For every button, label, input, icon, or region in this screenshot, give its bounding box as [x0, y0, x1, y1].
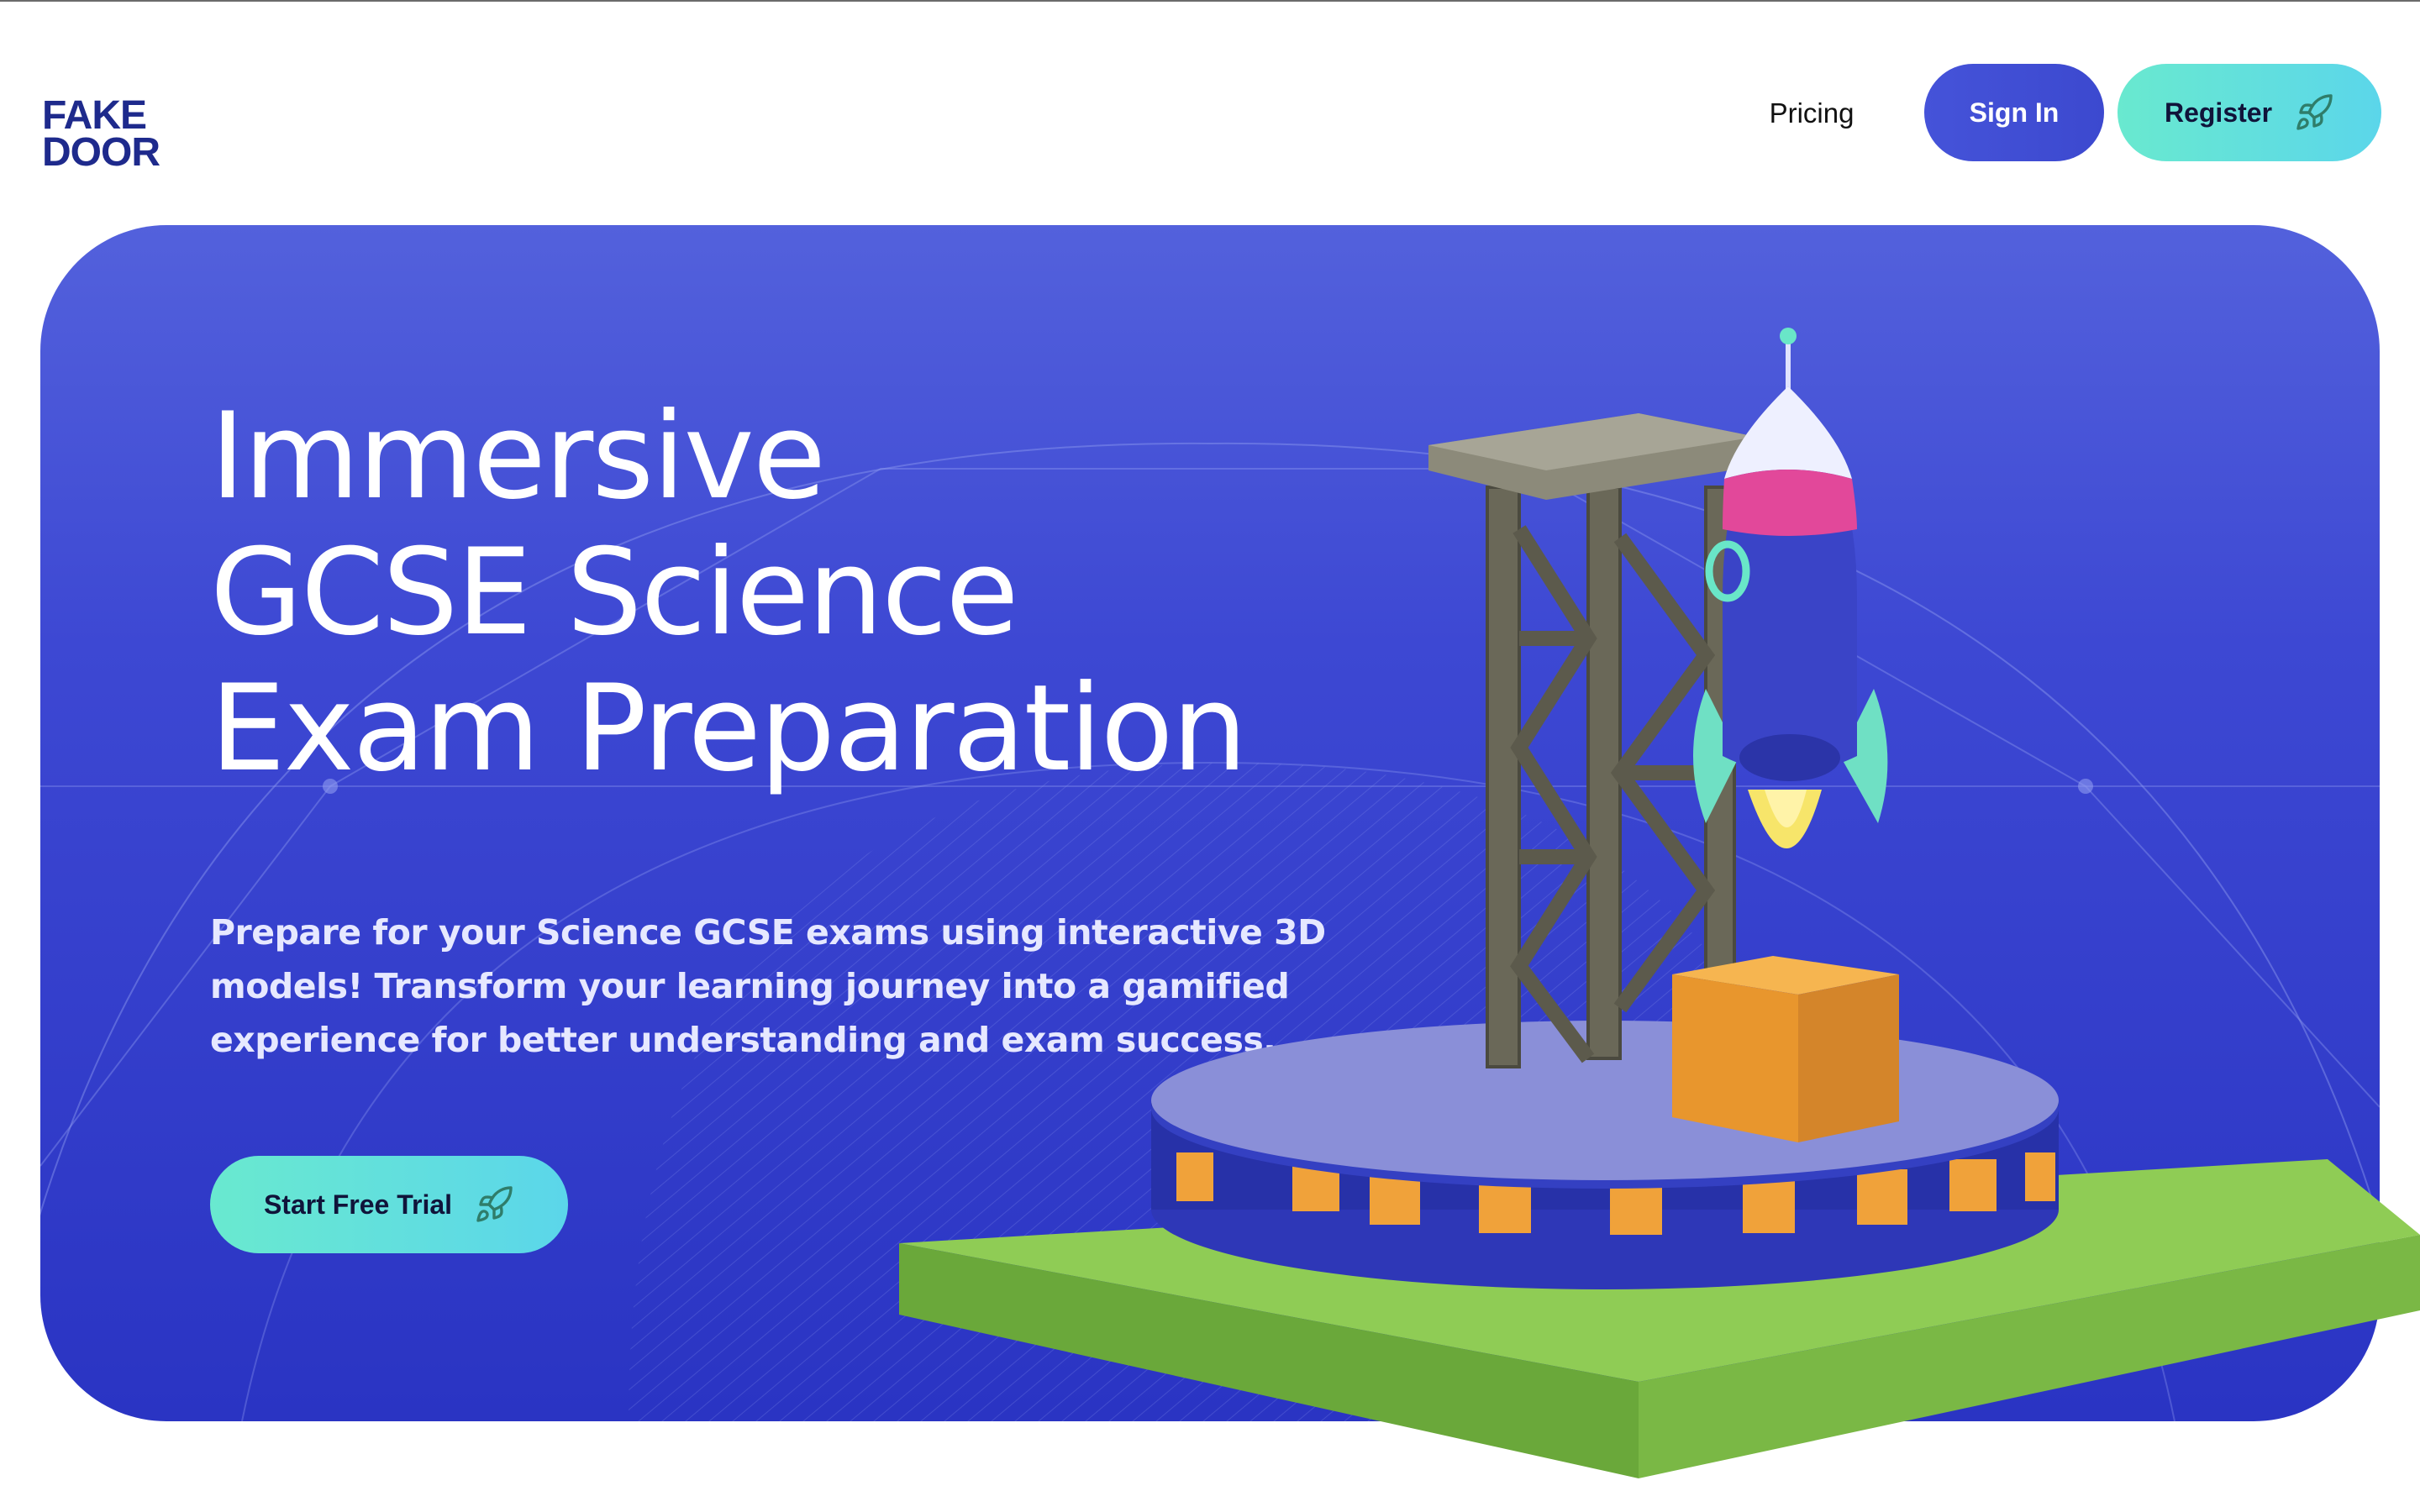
window-top-border — [0, 0, 2420, 2]
site-logo[interactable]: FAKE DOOR — [42, 59, 176, 175]
logo-line-2: DOOR — [42, 130, 160, 175]
rocket-icon — [476, 1186, 513, 1222]
register-label: Register — [2164, 97, 2273, 128]
nav-pricing-link[interactable]: Pricing — [1761, 91, 1862, 136]
sign-in-button[interactable]: Sign In — [1924, 64, 2104, 161]
register-button[interactable]: Register — [2118, 64, 2381, 161]
rocket-icon — [2296, 94, 2333, 130]
start-free-trial-button[interactable]: Start Free Trial — [210, 1156, 568, 1253]
start-free-trial-label: Start Free Trial — [263, 1189, 453, 1220]
rocket-launchpad-illustration — [899, 328, 2420, 1478]
sign-in-label: Sign In — [1969, 97, 2060, 128]
